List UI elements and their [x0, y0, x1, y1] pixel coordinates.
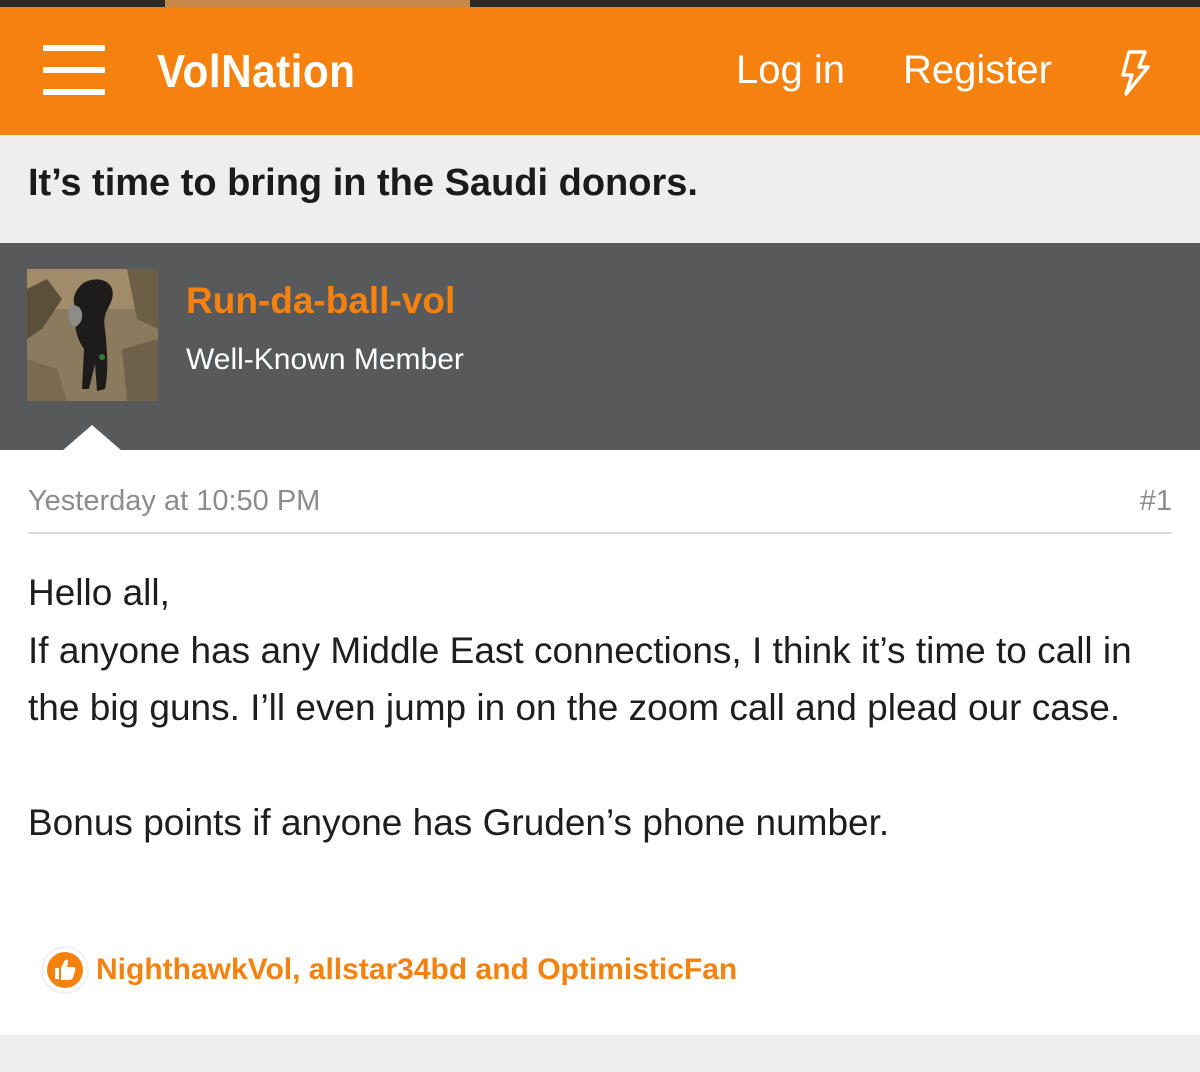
post-timestamp[interactable]: Yesterday at 10:50 PM: [28, 482, 320, 520]
reactions-bar: NighthawkVol, allstar34bd and Optimistic…: [40, 945, 737, 995]
register-link[interactable]: Register: [903, 45, 1052, 95]
post-body: Hello all, If anyone has any Middle East…: [28, 564, 1178, 852]
top-image-strip: [0, 0, 1200, 7]
thread-title: It’s time to bring in the Saudi donors.: [28, 162, 698, 204]
post-pointer: [62, 425, 122, 451]
author-username[interactable]: Run-da-ball-vol: [186, 278, 455, 324]
site-logo[interactable]: VolNation: [157, 43, 355, 99]
lightning-bolt-icon[interactable]: [1115, 49, 1155, 97]
post-body-line: If anyone has any Middle East connection…: [28, 629, 1132, 729]
author-avatar[interactable]: [27, 269, 158, 401]
post-body-line: Bonus points if anyone has Gruden’s phon…: [28, 802, 890, 843]
hamburger-menu-icon[interactable]: [43, 45, 105, 95]
like-thumbs-up-icon: [41, 946, 89, 994]
avatar-photo: [27, 269, 158, 401]
post-body-line: Hello all,: [28, 572, 170, 613]
reaction-users-link[interactable]: NighthawkVol, allstar34bd and Optimistic…: [96, 953, 737, 987]
bottom-band: [0, 1035, 1200, 1072]
site-header: VolNation Log in Register: [0, 7, 1200, 135]
post-divider: [28, 532, 1172, 534]
login-link[interactable]: Log in: [736, 45, 845, 95]
author-band: [0, 243, 1200, 450]
author-title: Well-Known Member: [186, 343, 464, 376]
post-number-link[interactable]: #1: [1140, 482, 1172, 520]
